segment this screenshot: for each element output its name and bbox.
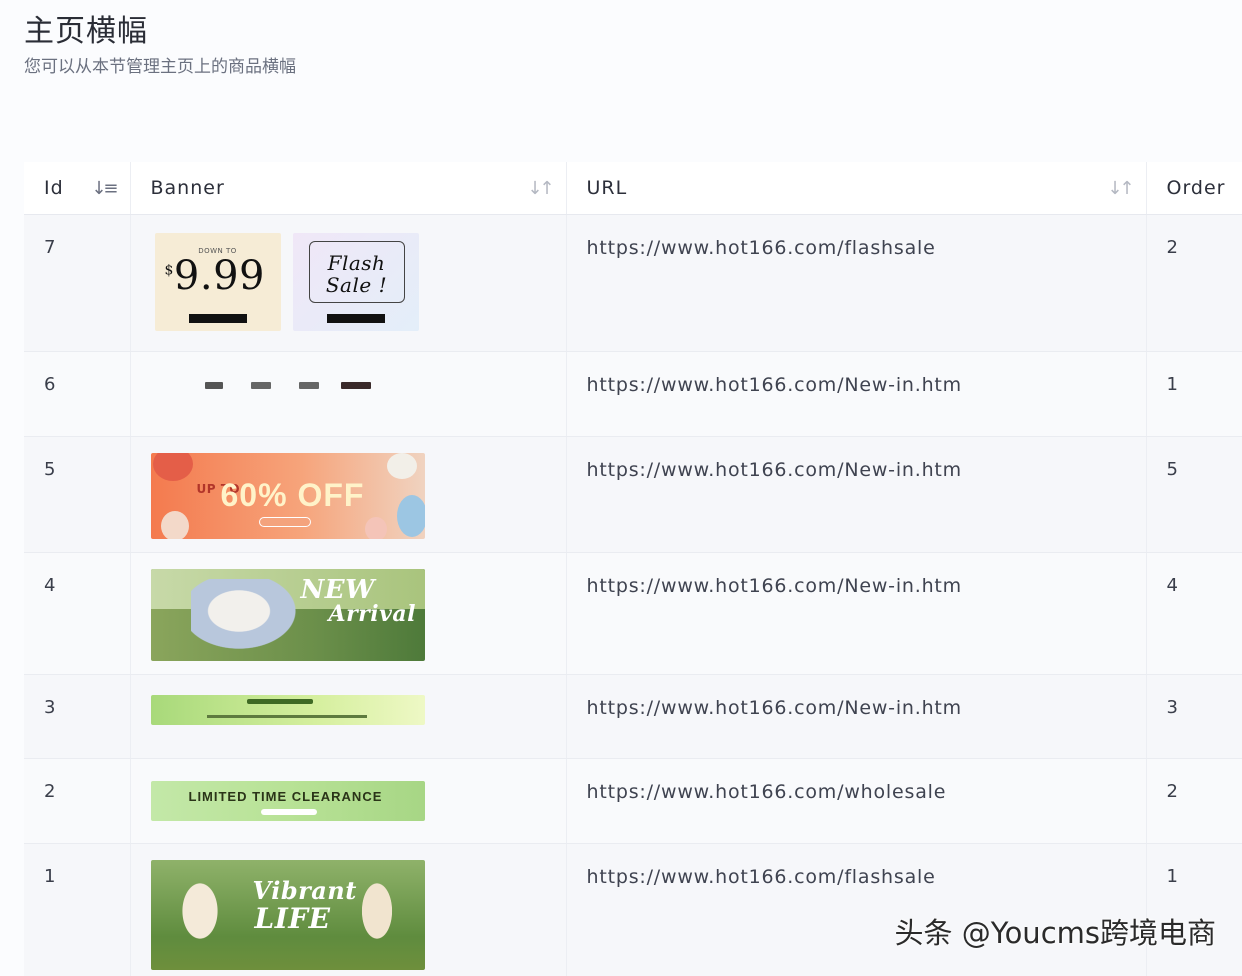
table-row[interactable]: 7 DOWN TO $9.99 Flash Sale ! https://www… xyxy=(24,214,1242,352)
table-row[interactable]: 5 UP TO 60% OFF https://www.hot166.com/N… xyxy=(24,436,1242,553)
egg-decoration xyxy=(396,494,425,537)
egg-decoration xyxy=(364,516,387,539)
egg-decoration xyxy=(160,510,189,539)
cell-url: https://www.hot166.com/New-in.htm xyxy=(566,674,1147,759)
thumbnail-image xyxy=(298,381,319,389)
promo-price: $9.99 xyxy=(164,252,265,299)
sort-descending-icon[interactable]: ↓≡ xyxy=(91,178,118,199)
banner-image[interactable]: LIMITED TIME CLEARANCE xyxy=(150,780,425,821)
cell-order: 2 xyxy=(1146,758,1242,844)
price-promo-image: DOWN TO $9.99 xyxy=(154,232,281,331)
sort-icon[interactable]: ↓↑ xyxy=(1107,178,1134,199)
life-text: LIFE xyxy=(254,901,331,935)
cell-banner: UP TO 60% OFF xyxy=(130,436,567,553)
page-subtitle: 您可以从本节管理主页上的商品横幅 xyxy=(24,57,296,77)
banner-text-strip xyxy=(246,698,313,704)
cell-order: 2 xyxy=(1146,214,1242,352)
column-header-url[interactable]: URL ↓↑ xyxy=(566,162,1147,215)
shop-now-pill xyxy=(260,808,317,815)
flash-sale-image: Flash Sale ! xyxy=(292,232,419,331)
cell-id: 3 xyxy=(24,674,131,759)
cell-url: https://www.hot166.com/New-in.htm xyxy=(566,351,1147,437)
column-header-banner[interactable]: Banner ↓↑ xyxy=(130,162,567,215)
cell-id: 2 xyxy=(24,758,131,844)
table-row[interactable]: 4 NEW Arrival https://www.hot166.com/New… xyxy=(24,552,1242,675)
page-header: 主页横幅 您可以从本节管理主页上的商品横幅 xyxy=(24,14,296,78)
banner-image[interactable]: Vibrant LIFE xyxy=(150,859,425,970)
banner-image[interactable]: NEW Arrival xyxy=(150,568,425,661)
banner-image[interactable] xyxy=(151,374,566,418)
table-header-row: Id ↓≡ Banner ↓↑ URL ↓↑ Order xyxy=(24,162,1242,215)
promo-headline: 60% OFF xyxy=(220,476,365,513)
thumbnail-image xyxy=(250,381,271,389)
model-figure xyxy=(164,865,235,966)
cell-id: 1 xyxy=(24,843,131,976)
table-row[interactable]: 6 https://www.hot166.com/New-in.htm 1 xyxy=(24,351,1242,437)
shop-now-button-image xyxy=(326,313,385,323)
flash-sale-text: Flash Sale ! xyxy=(325,250,388,297)
shop-now-button-image xyxy=(188,313,247,323)
egg-decoration xyxy=(386,452,417,479)
cell-order: 4 xyxy=(1146,552,1242,675)
cell-id: 7 xyxy=(24,214,131,352)
page-title: 主页横幅 xyxy=(24,14,148,49)
column-header-label: Banner xyxy=(150,176,225,199)
cell-url: https://www.hot166.com/New-in.htm xyxy=(566,552,1147,675)
clearance-headline: LIMITED TIME CLEARANCE xyxy=(188,788,383,804)
cell-id: 4 xyxy=(24,552,131,675)
thumbnail-image xyxy=(340,381,371,389)
cell-banner xyxy=(130,674,567,759)
cell-banner: NEW Arrival xyxy=(130,552,567,675)
table-row[interactable]: 3 https://www.hot166.com/New-in.htm 3 xyxy=(24,674,1242,759)
cell-banner xyxy=(130,351,567,437)
banner-image[interactable]: DOWN TO $9.99 Flash Sale ! xyxy=(151,232,566,331)
thumbnail-image xyxy=(204,381,223,389)
banner-text-strip xyxy=(206,714,367,718)
banner-table: Id ↓≡ Banner ↓↑ URL ↓↑ Order 7 DOWN TO $… xyxy=(24,162,1242,976)
column-header-id[interactable]: Id ↓≡ xyxy=(24,162,131,215)
cell-banner: LIMITED TIME CLEARANCE xyxy=(130,758,567,844)
cell-order: 5 xyxy=(1146,436,1242,553)
cell-url: https://www.hot166.com/New-in.htm xyxy=(566,436,1147,553)
watermark: 头条 @Youcms跨境电商 xyxy=(894,916,1216,950)
cell-order: 3 xyxy=(1146,674,1242,759)
table-row[interactable]: 2 LIMITED TIME CLEARANCE https://www.hot… xyxy=(24,758,1242,844)
cell-url: https://www.hot166.com/flashsale xyxy=(566,214,1147,352)
cell-id: 5 xyxy=(24,436,131,553)
egg-decoration xyxy=(152,452,193,481)
cell-url: https://www.hot166.com/wholesale xyxy=(566,758,1147,844)
vibrant-text: Vibrant xyxy=(252,875,357,905)
model-figure xyxy=(190,578,311,659)
cell-banner: Vibrant LIFE xyxy=(130,843,567,976)
column-header-order[interactable]: Order xyxy=(1146,162,1242,215)
column-header-label: Order xyxy=(1166,176,1226,199)
cell-id: 6 xyxy=(24,351,131,437)
cell-order: 1 xyxy=(1146,351,1242,437)
shop-now-pill xyxy=(258,516,311,527)
banner-image[interactable]: UP TO 60% OFF xyxy=(150,452,425,539)
banner-image[interactable] xyxy=(150,694,425,725)
sort-icon[interactable]: ↓↑ xyxy=(527,178,554,199)
column-header-label: URL xyxy=(586,176,628,199)
flash-frame: Flash Sale ! xyxy=(308,240,405,303)
cell-banner: DOWN TO $9.99 Flash Sale ! xyxy=(130,214,567,352)
arrival-text: Arrival xyxy=(328,600,417,627)
column-header-label: Id xyxy=(44,176,64,199)
